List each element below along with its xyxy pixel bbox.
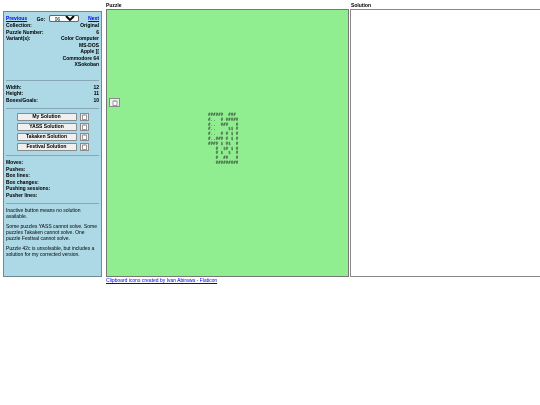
- note-puzzle-42c: Puzzle 42c is unsolvable, but includes a…: [6, 246, 95, 258]
- boxes-goals-row: Boxes/Goals: 10: [6, 98, 99, 105]
- sidebar: Previous Go: 06 Next Collection: Origina…: [3, 11, 102, 277]
- next-link[interactable]: Next: [88, 16, 99, 22]
- boxes-goals-label: Boxes/Goals:: [6, 97, 38, 104]
- pusher-lines-row: Pusher lines:: [6, 193, 99, 200]
- takaken-solution-button[interactable]: Takaken Solution: [16, 133, 77, 141]
- puzzle-grid: ###### ### #.. # ##### #.. ### # #.. $$ …: [208, 112, 239, 166]
- puzzle-select[interactable]: 06: [48, 14, 79, 22]
- solution-panel: [350, 9, 540, 277]
- variant-item: Color Computer: [60, 36, 99, 42]
- takaken-solution-row: Takaken Solution: [6, 133, 99, 141]
- my-solution-row: My Solution: [6, 113, 99, 121]
- yass-solution-row: YASS Solution: [6, 123, 99, 131]
- variants-label: Variant(s):: [6, 36, 31, 42]
- copy-festival-solution-button[interactable]: [79, 143, 89, 151]
- divider: [6, 203, 99, 204]
- puzzle-navigation: Previous Go: 06 Next: [6, 14, 99, 23]
- copy-takaken-solution-button[interactable]: [79, 133, 89, 141]
- festival-solution-row: Festival Solution: [6, 143, 99, 151]
- go-label: Go:: [36, 16, 46, 23]
- clipboard-icon: [81, 124, 87, 130]
- clipboard-icon: [81, 114, 87, 120]
- divider: [6, 108, 99, 109]
- grid-row: #########: [208, 159, 239, 165]
- festival-solution-button[interactable]: Festival Solution: [16, 143, 77, 151]
- copy-my-solution-button[interactable]: [79, 113, 89, 121]
- variant-item: XSokoban: [74, 62, 99, 68]
- clipboard-icons-credit-link[interactable]: Clipboard icons created by Ivan Abirawa …: [106, 278, 217, 284]
- clipboard-icon: [81, 134, 87, 140]
- previous-link[interactable]: Previous: [6, 16, 27, 22]
- note-inactive-button: Inactive button means no solution availa…: [6, 208, 81, 220]
- my-solution-button[interactable]: My Solution: [16, 113, 77, 121]
- yass-solution-button[interactable]: YASS Solution: [16, 123, 77, 131]
- copy-yass-solution-button[interactable]: [79, 123, 89, 131]
- clipboard-icon: [112, 99, 117, 106]
- note-solvers: Some puzzles YASS cannot solve. Some puz…: [6, 224, 97, 242]
- boxes-goals-value: 10: [93, 97, 99, 104]
- variants-list: MS-DOS Apple ][ Commodore 64 XSokoban: [6, 43, 99, 69]
- credit-line: Clipboard icons created by Ivan Abirawa …: [106, 278, 217, 284]
- puzzle-board: ###### ### #.. # ##### #.. ### # #.. $$ …: [106, 9, 349, 277]
- divider: [6, 155, 99, 156]
- divider: [6, 79, 99, 81]
- copy-puzzle-button[interactable]: [109, 98, 120, 107]
- pusher-lines-label: Pusher lines:: [6, 192, 38, 199]
- clipboard-icon: [81, 144, 87, 150]
- go-control: Go: 06: [36, 14, 79, 23]
